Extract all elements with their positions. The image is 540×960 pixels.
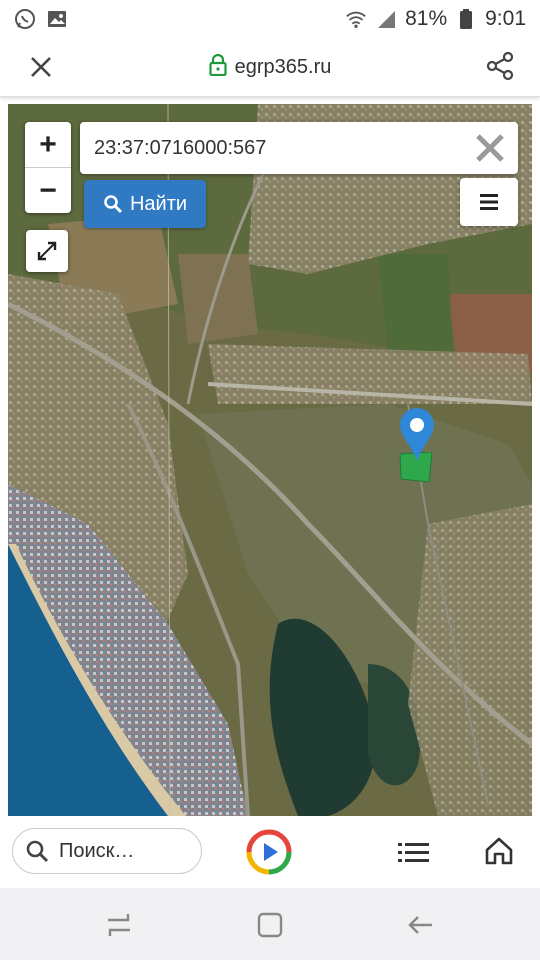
fullscreen-button[interactable] [26,230,68,272]
lock-icon [209,53,227,81]
web-search-box[interactable]: Поиск… [12,828,202,874]
browser-toolbar: egrp365.ru [0,38,540,97]
home-icon[interactable] [255,910,285,940]
image-icon [46,8,68,30]
location-pin-icon[interactable] [398,406,436,462]
search-icon [26,840,49,863]
web-search-placeholder: Поиск… [59,839,135,862]
browser-bottom-bar: Поиск… [0,816,540,888]
status-notifications [14,8,68,30]
clear-icon[interactable] [474,132,506,164]
hamburger-icon [480,194,498,210]
zoom-out-button[interactable]: − [25,168,71,213]
status-bar: 81% 9:01 [0,0,540,38]
map-menu-button[interactable] [460,178,518,226]
list-icon[interactable] [398,840,430,866]
clock: 9:01 [485,7,526,30]
address-bar[interactable]: egrp365.ru [0,53,540,81]
whatsapp-icon [14,8,36,30]
battery-icon [455,8,477,30]
system-nav-bar [0,888,540,960]
share-icon[interactable] [484,50,516,82]
zoom-control: + − [25,122,71,213]
play-icon[interactable] [246,829,292,875]
battery-percent: 81% [405,7,448,30]
cell-signal-icon [375,8,397,30]
find-button[interactable]: Найти [84,180,206,228]
cadastral-search-input[interactable] [80,122,518,174]
home-icon[interactable] [484,836,514,866]
satellite-map[interactable]: + − Найти [8,104,532,816]
expand-icon [37,241,57,261]
back-icon[interactable] [406,910,436,940]
search-icon [104,195,123,214]
wifi-icon [345,8,367,30]
recent-apps-icon[interactable] [104,910,134,940]
zoom-in-button[interactable]: + [25,122,71,168]
status-system: 81% 9:01 [345,7,526,31]
find-button-label: Найти [129,192,188,215]
url-text: egrp365.ru [234,56,332,78]
